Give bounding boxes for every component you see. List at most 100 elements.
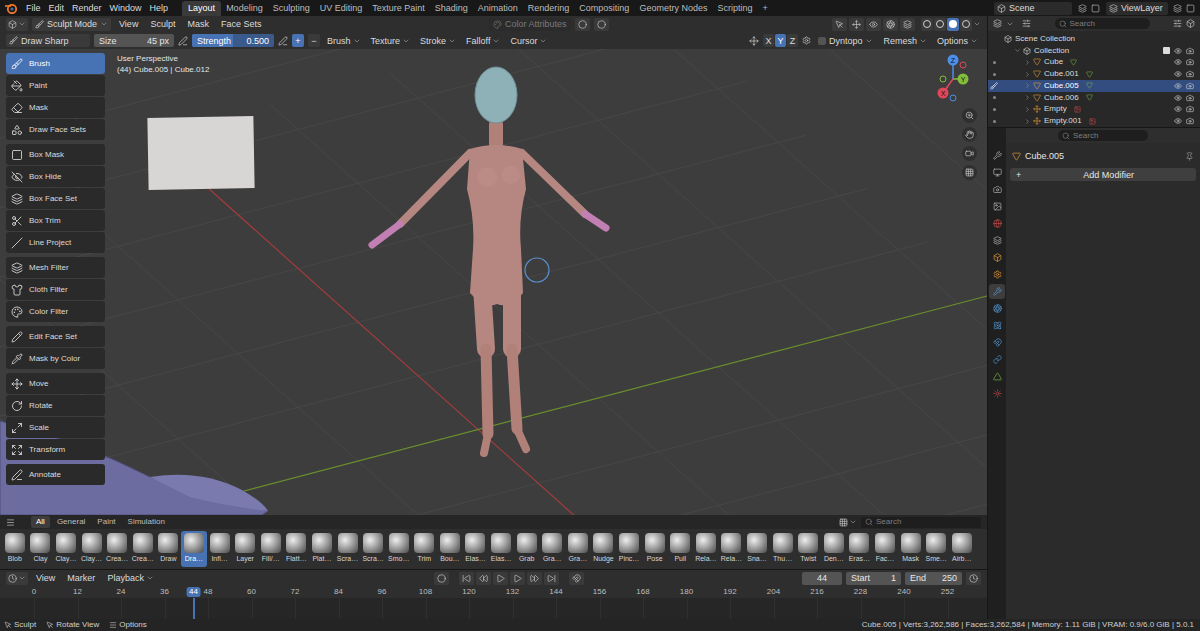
brush-asset[interactable]: Airb… <box>949 531 975 567</box>
blender-logo-icon[interactable] <box>4 2 18 14</box>
outliner-row[interactable]: Scene Collection <box>988 33 1200 45</box>
playback-button[interactable] <box>459 572 474 585</box>
header-menu[interactable]: Face Sets <box>217 18 266 30</box>
workspace-tab[interactable]: Animation <box>473 1 523 16</box>
start-frame-field[interactable]: Start1 <box>846 572 901 585</box>
brush-asset[interactable]: Infl… <box>207 531 233 567</box>
add-modifier-button[interactable]: +Add Modifier <box>1010 168 1196 181</box>
brush-asset[interactable]: Fac… <box>872 531 898 567</box>
collapse-arrow-icon[interactable] <box>1014 47 1020 54</box>
mode-dot-icon[interactable] <box>993 120 996 123</box>
nav-button[interactable] <box>962 108 977 123</box>
brush-asset[interactable]: Layer <box>232 531 258 567</box>
xray-button[interactable] <box>900 18 915 31</box>
outliner-row[interactable]: Cube.006 <box>988 92 1200 104</box>
playback-button[interactable] <box>476 572 491 585</box>
brush-asset[interactable]: Pull <box>667 531 693 567</box>
brush-asset[interactable]: Sna… <box>744 531 770 567</box>
header-menu[interactable]: View <box>115 18 142 30</box>
properties-tab[interactable] <box>989 233 1005 248</box>
properties-tab[interactable] <box>989 369 1005 384</box>
tool-button[interactable]: Mask <box>6 97 105 118</box>
select-button[interactable] <box>832 18 847 31</box>
expand-arrow-icon[interactable] <box>1024 106 1030 113</box>
brush-asset[interactable]: Draw <box>156 531 182 567</box>
workspace-tab[interactable]: Texture Paint <box>367 1 430 16</box>
gizmo-axis[interactable]: Y <box>958 74 969 85</box>
asset-shelf-tab[interactable]: All <box>31 516 50 528</box>
editor-type-button[interactable] <box>6 572 28 585</box>
brush-asset[interactable]: Twist <box>795 531 821 567</box>
brush-asset[interactable]: Clay <box>28 531 54 567</box>
properties-tab[interactable] <box>989 318 1005 333</box>
properties-tab[interactable] <box>989 165 1005 180</box>
asset-shelf-tab[interactable]: General <box>52 516 90 528</box>
tool-settings-menu[interactable]: Cursor <box>507 35 550 47</box>
brush-asset[interactable]: Bou… <box>437 531 463 567</box>
outliner-row[interactable]: Empty.001 <box>988 115 1200 127</box>
properties-tab[interactable] <box>989 148 1005 163</box>
overlays-button[interactable] <box>883 18 898 31</box>
tool-button[interactable]: Mask by Color <box>6 348 105 369</box>
workspace-tab[interactable]: Scripting <box>712 1 757 16</box>
tool-settings-menu[interactable]: Falloff <box>463 35 503 47</box>
properties-tab[interactable] <box>989 301 1005 316</box>
properties-tab[interactable] <box>989 216 1005 231</box>
timeline-menu[interactable]: Playback <box>103 572 158 584</box>
brush-asset[interactable]: Gra… <box>539 531 565 567</box>
brush-asset[interactable]: Gra… <box>565 531 591 567</box>
brush-asset[interactable]: Crea… <box>130 531 156 567</box>
brush-selector[interactable]: Draw Sharp <box>6 34 90 47</box>
expand-arrow-icon[interactable] <box>1024 118 1030 125</box>
brush-asset[interactable]: Fill/… <box>258 531 284 567</box>
nav-button[interactable] <box>962 127 977 142</box>
workspace-tab[interactable]: Rendering <box>523 1 575 16</box>
properties-tab[interactable] <box>989 284 1005 299</box>
workspace-tab[interactable]: Geometry Nodes <box>634 1 712 16</box>
gizmo-button[interactable] <box>849 18 864 31</box>
properties-tab[interactable] <box>989 199 1005 214</box>
brush-asset[interactable]: Scra… <box>335 531 361 567</box>
end-frame-field[interactable]: End250 <box>905 572 962 585</box>
workspace-tab[interactable]: Layout <box>182 1 221 16</box>
shading-mode-button[interactable] <box>934 18 946 31</box>
properties-search-field[interactable]: Search <box>1058 130 1148 141</box>
subtract-mode-button[interactable]: − <box>308 34 320 47</box>
asset-shelf-tab[interactable]: Paint <box>92 516 120 528</box>
tool-button[interactable]: Line Project <box>6 232 105 253</box>
timeline-menu[interactable]: View <box>32 572 59 584</box>
expand-arrow-icon[interactable] <box>1024 71 1030 78</box>
nav-button[interactable] <box>962 165 977 180</box>
snap-button[interactable] <box>594 18 609 31</box>
outliner-row[interactable]: Cube <box>988 57 1200 69</box>
playback-button[interactable] <box>493 572 508 585</box>
add-workspace-button[interactable]: + <box>757 2 772 14</box>
properties-tab[interactable] <box>989 267 1005 282</box>
gizmo-axis[interactable]: X <box>938 88 949 99</box>
header-menu[interactable]: Mask <box>183 18 213 30</box>
time-settings-button[interactable] <box>966 572 981 585</box>
expand-arrow-icon[interactable] <box>1024 82 1030 89</box>
outliner-row[interactable]: Cube.005 <box>988 80 1200 92</box>
outliner-search-field[interactable]: Search <box>1055 18 1150 29</box>
tool-button[interactable]: Box Mask <box>6 144 105 165</box>
keying-button[interactable] <box>569 572 584 585</box>
brush-asset[interactable]: Grab <box>514 531 540 567</box>
tool-button[interactable]: Transform <box>6 439 105 460</box>
brush-asset[interactable]: Elas… <box>488 531 514 567</box>
asset-shelf-tab[interactable]: Simulation <box>123 516 170 528</box>
workspace-tab[interactable]: Compositing <box>574 1 634 16</box>
tool-settings-menu[interactable]: Brush <box>324 35 364 47</box>
brush-asset[interactable]: Crea… <box>104 531 130 567</box>
mode-dot-icon[interactable] <box>993 108 996 111</box>
tool-button[interactable]: Cloth Filter <box>6 279 105 300</box>
menu-item[interactable]: Edit <box>45 2 69 14</box>
tool-button[interactable]: Mesh Filter <box>6 257 105 278</box>
brush-asset[interactable]: Trim <box>412 531 438 567</box>
brush-asset[interactable]: Pinc… <box>616 531 642 567</box>
render-engine-button[interactable] <box>575 18 590 31</box>
shading-mode-button[interactable] <box>921 18 933 31</box>
tool-button[interactable]: Box Hide <box>6 166 105 187</box>
playback-button[interactable] <box>527 572 542 585</box>
properties-tab[interactable] <box>989 250 1005 265</box>
